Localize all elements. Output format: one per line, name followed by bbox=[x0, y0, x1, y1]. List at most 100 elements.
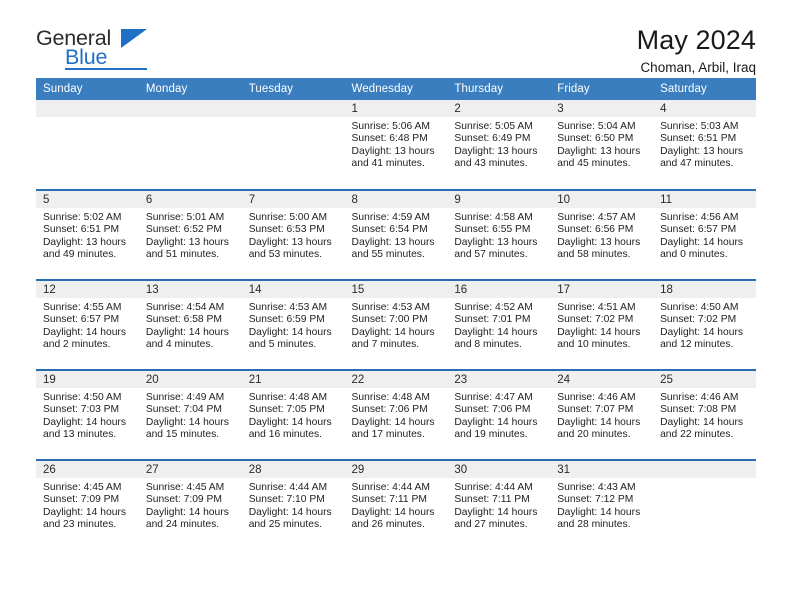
calendar-day-cell[interactable]: 31 Sunrise: 4:43 AM Sunset: 7:12 PM Dayligh… bbox=[550, 459, 654, 550]
day-number: 5 bbox=[36, 191, 139, 208]
sunrise-time: Sunrise: 4:48 AM bbox=[248, 392, 328, 403]
day-number: 23 bbox=[447, 371, 551, 388]
weekday-header-sunday: Sunday bbox=[36, 78, 139, 100]
calendar-day-cell[interactable]: 11 Sunrise: 4:56 AM Sunset: 6:57 PM Dayligh… bbox=[653, 189, 756, 280]
day-number: 11 bbox=[653, 191, 756, 208]
calendar-day-cell[interactable]: 26 Sunrise: 4:45 AM Sunset: 7:09 PM Dayligh… bbox=[36, 459, 139, 550]
sunrise-time: Sunrise: 5:04 AM bbox=[557, 121, 636, 132]
calendar-day-cell[interactable]: 15 Sunrise: 4:53 AM Sunset: 7:00 PM Dayligh… bbox=[344, 279, 448, 370]
sunset-time: Sunset: 6:51 PM bbox=[660, 133, 737, 145]
day-number: 2 bbox=[447, 100, 551, 117]
day-number: 7 bbox=[241, 191, 345, 208]
day-number: 17 bbox=[550, 281, 654, 298]
day-details: Sunrise: 5:01 AM Sunset: 6:52 PM Daylight:… bbox=[139, 208, 242, 262]
sunset-time: Sunset: 6:57 PM bbox=[43, 314, 120, 326]
sunset-time: Sunset: 6:50 PM bbox=[557, 133, 634, 145]
calendar-day-cell[interactable]: 6 Sunrise: 5:01 AM Sunset: 6:52 PM Daylight… bbox=[138, 189, 242, 280]
weekday-header-thursday: Thursday bbox=[447, 78, 551, 100]
calendar-day-cell[interactable]: 21 Sunrise: 4:48 AM Sunset: 7:05 PM Dayligh… bbox=[241, 369, 345, 460]
weekday-header-friday: Friday bbox=[550, 78, 654, 100]
general-blue-logo[interactable]: General Blue bbox=[36, 26, 148, 76]
day-number: 29 bbox=[344, 461, 448, 478]
day-details: Sunrise: 5:02 AM Sunset: 6:51 PM Daylight:… bbox=[36, 208, 139, 262]
daylight-duration: Daylight: 14 hours and 4 minutes. bbox=[145, 326, 229, 351]
day-details: Sunrise: 4:46 AM Sunset: 7:08 PM Daylight:… bbox=[653, 388, 756, 442]
calendar-day-cell[interactable]: 7 Sunrise: 5:00 AM Sunset: 6:53 PM Daylight… bbox=[241, 189, 345, 280]
calendar-day-cell[interactable]: 13 Sunrise: 4:54 AM Sunset: 6:58 PM Dayligh… bbox=[138, 279, 242, 370]
daylight-duration: Daylight: 14 hours and 26 minutes. bbox=[351, 506, 435, 531]
calendar-day-cell[interactable]: 18 Sunrise: 4:50 AM Sunset: 7:02 PM Dayligh… bbox=[653, 279, 756, 370]
calendar-day-cell[interactable]: 17 Sunrise: 4:51 AM Sunset: 7:02 PM Dayligh… bbox=[550, 279, 654, 370]
sunset-time: Sunset: 7:02 PM bbox=[660, 314, 737, 326]
day-details: Sunrise: 5:03 AM Sunset: 6:51 PM Daylight:… bbox=[653, 117, 756, 171]
day-details: Sunrise: 5:00 AM Sunset: 6:53 PM Daylight:… bbox=[242, 208, 345, 262]
day-number: 9 bbox=[447, 191, 551, 208]
day-details: Sunrise: 4:49 AM Sunset: 7:04 PM Daylight:… bbox=[139, 388, 242, 442]
calendar-day-cell[interactable]: 1 Sunrise: 5:06 AM Sunset: 6:48 PM Daylight… bbox=[344, 100, 448, 190]
calendar-week-row: 5 Sunrise: 5:02 AM Sunset: 6:51 PM Daylight… bbox=[36, 189, 756, 280]
calendar-day-cell[interactable]: 30 Sunrise: 4:44 AM Sunset: 7:11 PM Dayligh… bbox=[447, 459, 551, 550]
calendar-day-cell[interactable]: 12 Sunrise: 4:55 AM Sunset: 6:57 PM Dayligh… bbox=[36, 279, 139, 370]
sunset-time: Sunset: 7:05 PM bbox=[248, 404, 325, 416]
daylight-duration: Daylight: 14 hours and 16 minutes. bbox=[248, 416, 332, 441]
calendar-day-cell[interactable]: 14 Sunrise: 4:53 AM Sunset: 6:59 PM Dayligh… bbox=[241, 279, 345, 370]
calendar-day-cell[interactable]: 23 Sunrise: 4:47 AM Sunset: 7:06 PM Dayligh… bbox=[447, 369, 551, 460]
calendar-day-cell[interactable]: 3 Sunrise: 5:04 AM Sunset: 6:50 PM Daylight… bbox=[550, 100, 654, 190]
sunset-time: Sunset: 6:53 PM bbox=[248, 224, 325, 236]
calendar-day-cell[interactable]: 16 Sunrise: 4:52 AM Sunset: 7:01 PM Dayligh… bbox=[447, 279, 551, 370]
calendar-day-cell[interactable]: 5 Sunrise: 5:02 AM Sunset: 6:51 PM Daylight… bbox=[36, 189, 139, 280]
sunset-time: Sunset: 7:07 PM bbox=[557, 404, 634, 416]
day-details: Sunrise: 5:06 AM Sunset: 6:48 PM Daylight:… bbox=[345, 117, 448, 171]
calendar-day-cell[interactable]: 20 Sunrise: 4:49 AM Sunset: 7:04 PM Dayligh… bbox=[138, 369, 242, 460]
daylight-duration: Daylight: 13 hours and 58 minutes. bbox=[557, 236, 641, 261]
daylight-duration: Daylight: 14 hours and 0 minutes. bbox=[660, 236, 744, 261]
calendar-day-cell[interactable]: 29 Sunrise: 4:44 AM Sunset: 7:11 PM Dayligh… bbox=[344, 459, 448, 550]
calendar-day-cell[interactable]: 2 Sunrise: 5:05 AM Sunset: 6:49 PM Daylight… bbox=[447, 100, 551, 190]
sunrise-time: Sunrise: 4:53 AM bbox=[248, 302, 328, 313]
daylight-duration: Daylight: 13 hours and 41 minutes. bbox=[351, 145, 435, 170]
sunrise-time: Sunrise: 4:45 AM bbox=[43, 482, 122, 493]
day-details: Sunrise: 4:50 AM Sunset: 7:02 PM Daylight:… bbox=[653, 298, 756, 352]
calendar-day-cell[interactable]: 10 Sunrise: 4:57 AM Sunset: 6:56 PM Dayligh… bbox=[550, 189, 654, 280]
day-number: 20 bbox=[138, 371, 242, 388]
day-number: 8 bbox=[344, 191, 448, 208]
day-details: Sunrise: 4:44 AM Sunset: 7:10 PM Daylight:… bbox=[242, 478, 345, 532]
calendar-day-cell[interactable]: 25 Sunrise: 4:46 AM Sunset: 7:08 PM Dayligh… bbox=[653, 369, 756, 460]
calendar-day-cell[interactable]: 22 Sunrise: 4:48 AM Sunset: 7:06 PM Dayligh… bbox=[344, 369, 448, 460]
sunset-time: Sunset: 7:08 PM bbox=[660, 404, 737, 416]
sunset-time: Sunset: 6:55 PM bbox=[454, 224, 531, 236]
sunset-time: Sunset: 7:11 PM bbox=[454, 494, 530, 506]
sunset-time: Sunset: 6:59 PM bbox=[248, 314, 325, 326]
weekday-header-row: Sunday Monday Tuesday Wednesday Thursday Frid… bbox=[36, 78, 756, 100]
sunrise-time: Sunrise: 4:53 AM bbox=[351, 302, 430, 313]
day-number: 16 bbox=[447, 281, 551, 298]
day-details: Sunrise: 4:45 AM Sunset: 7:09 PM Daylight:… bbox=[139, 478, 242, 532]
daylight-duration: Daylight: 14 hours and 20 minutes. bbox=[557, 416, 641, 441]
logo-triangle-icon bbox=[121, 29, 147, 48]
calendar-header-row: Sunday Monday Tuesday Wednesday Thursday Frid… bbox=[36, 78, 756, 100]
sunset-time: Sunset: 7:12 PM bbox=[557, 494, 634, 506]
calendar-day-cell[interactable]: 8 Sunrise: 4:59 AM Sunset: 6:54 PM Daylight… bbox=[344, 189, 448, 280]
day-number: 1 bbox=[344, 100, 448, 117]
sunrise-time: Sunrise: 4:51 AM bbox=[557, 302, 636, 313]
page-title: May 2024 bbox=[636, 25, 756, 55]
calendar-day-cell[interactable]: 4 Sunrise: 5:03 AM Sunset: 6:51 PM Daylight… bbox=[653, 100, 756, 190]
daylight-duration: Daylight: 14 hours and 25 minutes. bbox=[248, 506, 332, 531]
calendar-day-cell[interactable]: 19 Sunrise: 4:50 AM Sunset: 7:03 PM Dayligh… bbox=[36, 369, 139, 460]
page-header: General Blue May 2024 Choman, Arbil, Ira… bbox=[0, 0, 792, 78]
day-details: Sunrise: 4:50 AM Sunset: 7:03 PM Daylight:… bbox=[36, 388, 139, 442]
page-subtitle-location: Choman, Arbil, Iraq bbox=[640, 60, 756, 76]
day-number bbox=[241, 100, 345, 117]
daylight-duration: Daylight: 13 hours and 55 minutes. bbox=[351, 236, 435, 261]
day-details: Sunrise: 4:54 AM Sunset: 6:58 PM Daylight:… bbox=[139, 298, 242, 352]
calendar-day-cell[interactable]: 24 Sunrise: 4:46 AM Sunset: 7:07 PM Dayligh… bbox=[550, 369, 654, 460]
sunset-time: Sunset: 7:04 PM bbox=[145, 404, 222, 416]
sunrise-time: Sunrise: 5:06 AM bbox=[351, 121, 430, 132]
sunset-time: Sunset: 6:57 PM bbox=[660, 224, 737, 236]
calendar-day-cell[interactable]: 27 Sunrise: 4:45 AM Sunset: 7:09 PM Dayligh… bbox=[138, 459, 242, 550]
daylight-duration: Daylight: 14 hours and 24 minutes. bbox=[145, 506, 229, 531]
calendar-day-cell[interactable]: 28 Sunrise: 4:44 AM Sunset: 7:10 PM Dayligh… bbox=[241, 459, 345, 550]
sunset-time: Sunset: 6:54 PM bbox=[351, 224, 428, 236]
sunset-time: Sunset: 7:09 PM bbox=[145, 494, 222, 506]
calendar-day-cell[interactable]: 9 Sunrise: 4:58 AM Sunset: 6:55 PM Daylight… bbox=[447, 189, 551, 280]
